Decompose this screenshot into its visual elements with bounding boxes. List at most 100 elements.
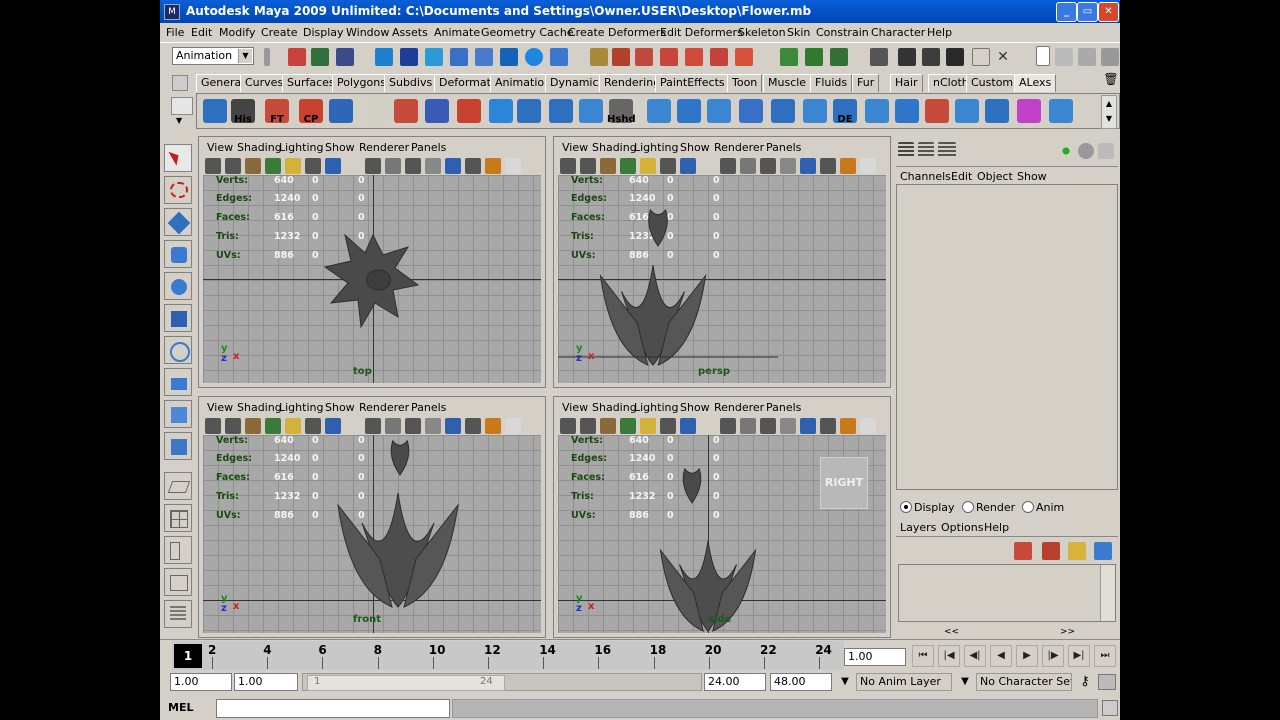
merge-vertices-icon[interactable] — [769, 97, 797, 125]
viewport-menu-show[interactable]: Show — [680, 401, 710, 414]
collapse-handle-icon[interactable] — [264, 48, 270, 66]
viewport-tool-icon-2[interactable] — [600, 418, 616, 434]
viewport-menu-panels[interactable]: Panels — [411, 141, 446, 154]
make-live-icon[interactable] — [735, 48, 753, 66]
smooth-icon[interactable] — [863, 97, 891, 125]
viewport-tool-icon-12[interactable] — [445, 158, 461, 174]
poly-cylinder-icon[interactable] — [327, 97, 355, 125]
select-component-icon[interactable] — [425, 48, 443, 66]
viewport-tool-icon-3[interactable] — [620, 158, 636, 174]
input-line-mode-icon[interactable] — [972, 48, 990, 66]
attribute-editor-icon[interactable] — [1055, 48, 1073, 66]
viewport-tool-icon-6[interactable] — [680, 418, 696, 434]
viewport-tool-icon-3[interactable] — [265, 418, 281, 434]
menu-constrain[interactable]: Constrain — [816, 26, 869, 39]
history-icon[interactable]: His — [229, 97, 257, 125]
current-time-field[interactable]: 1.00 — [844, 648, 906, 666]
maximize-button[interactable]: ▭ — [1077, 2, 1098, 22]
close-button[interactable]: ✕ — [1098, 2, 1119, 22]
move-tool-icon[interactable] — [164, 240, 192, 268]
ipr-render-icon[interactable] — [922, 48, 940, 66]
viewport-menu-view[interactable]: View — [562, 141, 588, 154]
viewport-side[interactable]: View Shading Lighting Show Renderer Panels Ver… — [553, 396, 891, 638]
menu-edit[interactable]: Edit — [191, 26, 212, 39]
viewport-menu-show[interactable]: Show — [325, 401, 355, 414]
crease-tool-icon[interactable] — [455, 97, 483, 125]
soft-mod-icon[interactable] — [164, 368, 192, 396]
viewport-tool-icon-12[interactable] — [800, 158, 816, 174]
viewport-tool-icon-13[interactable] — [465, 418, 481, 434]
viewport-tool-icon-7[interactable] — [345, 418, 361, 434]
tool-settings-icon[interactable] — [1078, 48, 1096, 66]
quick-selection-input[interactable] — [1036, 46, 1050, 66]
viewport-menu-view[interactable]: View — [207, 141, 233, 154]
object-menu[interactable]: Object — [977, 170, 1013, 183]
select-object-icon[interactable] — [400, 48, 418, 66]
show-menu[interactable]: Show — [1017, 170, 1047, 183]
poly-cylinder-2-icon[interactable] — [515, 97, 543, 125]
select-mask-icon[interactable] — [450, 48, 468, 66]
viewport-tool-icon-11[interactable] — [425, 158, 441, 174]
poly-sphere-icon[interactable] — [487, 97, 515, 125]
construction-history-icon[interactable] — [830, 48, 848, 66]
poly-cube-icon[interactable] — [547, 97, 575, 125]
menu-create-deformers[interactable]: Create Deformers — [568, 26, 666, 39]
shelf-tab-custom[interactable]: Custom — [966, 74, 1019, 92]
viewport-tool-icon-4[interactable] — [285, 418, 301, 434]
create-layer-icon[interactable] — [1068, 542, 1086, 560]
separate-icon[interactable] — [1047, 97, 1075, 125]
playback-start-field[interactable]: 1.00 — [234, 673, 298, 691]
viewport-tool-icon-2[interactable] — [245, 418, 261, 434]
persp-graph-layout-icon[interactable] — [164, 536, 192, 564]
animation-start-field[interactable]: 1.00 — [170, 673, 232, 691]
viewport-menu-lighting[interactable]: Lighting — [279, 401, 323, 414]
select-points-icon[interactable] — [475, 48, 493, 66]
shelf-tab-painteffects[interactable]: PaintEffects — [655, 74, 730, 92]
menu-animate[interactable]: Animate — [434, 26, 480, 39]
channels-menu[interactable]: Channels — [900, 170, 951, 183]
viewport-tool-icon-0[interactable] — [560, 418, 576, 434]
viewport-tool-icon-0[interactable] — [560, 158, 576, 174]
viewport-tool-icon-4[interactable] — [285, 158, 301, 174]
viewport-tool-icon-15[interactable] — [505, 418, 521, 434]
step-forward-frame-icon[interactable]: ▶| — [1068, 645, 1090, 667]
viewport-tool-icon-3[interactable] — [265, 158, 281, 174]
viewport-tool-icon-9[interactable] — [740, 158, 756, 174]
combine-icon[interactable] — [1015, 97, 1043, 125]
viewport-tool-icon-7[interactable] — [345, 158, 361, 174]
mel-label[interactable]: MEL — [168, 701, 193, 714]
move-layer-down-icon[interactable] — [1042, 542, 1060, 560]
show-tool-settings-icon[interactable] — [1098, 143, 1114, 159]
viewport-tool-icon-13[interactable] — [465, 158, 481, 174]
render-settings-icon[interactable] — [946, 48, 964, 66]
poly-plane-icon[interactable] — [577, 97, 605, 125]
select-hierarchy-icon[interactable] — [375, 48, 393, 66]
select-hulls-icon[interactable] — [550, 48, 568, 66]
menu-skin[interactable]: Skin — [787, 26, 810, 39]
cylindrical-map-icon[interactable] — [953, 97, 981, 125]
input-connections-icon[interactable] — [780, 48, 798, 66]
viewport-menu-shading[interactable]: Shading — [237, 141, 282, 154]
scroll-left-arrow[interactable]: << — [944, 627, 959, 637]
viewport-tool-icon-1[interactable] — [580, 158, 596, 174]
flower-model[interactable] — [203, 435, 541, 633]
menu-modify[interactable]: Modify — [219, 26, 255, 39]
flower-model[interactable] — [558, 175, 886, 383]
viewport-menu-renderer[interactable]: Renderer — [359, 141, 409, 154]
range-slider-handle[interactable]: 1 24 — [307, 675, 505, 691]
animation-preferences-icon[interactable] — [1098, 674, 1116, 690]
shelf-tab-fluids[interactable]: Fluids — [810, 74, 853, 92]
viewport-tool-icon-5[interactable] — [305, 418, 321, 434]
show-channel-box-icon[interactable] — [1058, 143, 1074, 159]
anim-layer-chevron-down-icon[interactable]: ▼ — [836, 673, 854, 691]
shelf-tab-muscle[interactable]: Muscle — [763, 74, 812, 92]
viewport-tool-icon-9[interactable] — [385, 418, 401, 434]
viewport-tool-icon-10[interactable] — [760, 418, 776, 434]
time-slider[interactable]: 1 2 4 6 8 10 12 14 16 18 20 22 24 — [172, 641, 844, 670]
viewport-tool-icon-11[interactable] — [780, 158, 796, 174]
viewport-tool-icon-7[interactable] — [700, 418, 716, 434]
render-radio[interactable] — [962, 501, 974, 513]
scale-tool-icon[interactable] — [164, 304, 192, 332]
viewport-tool-icon-1[interactable] — [580, 418, 596, 434]
go-to-end-icon[interactable]: ⏭ — [1094, 645, 1116, 667]
